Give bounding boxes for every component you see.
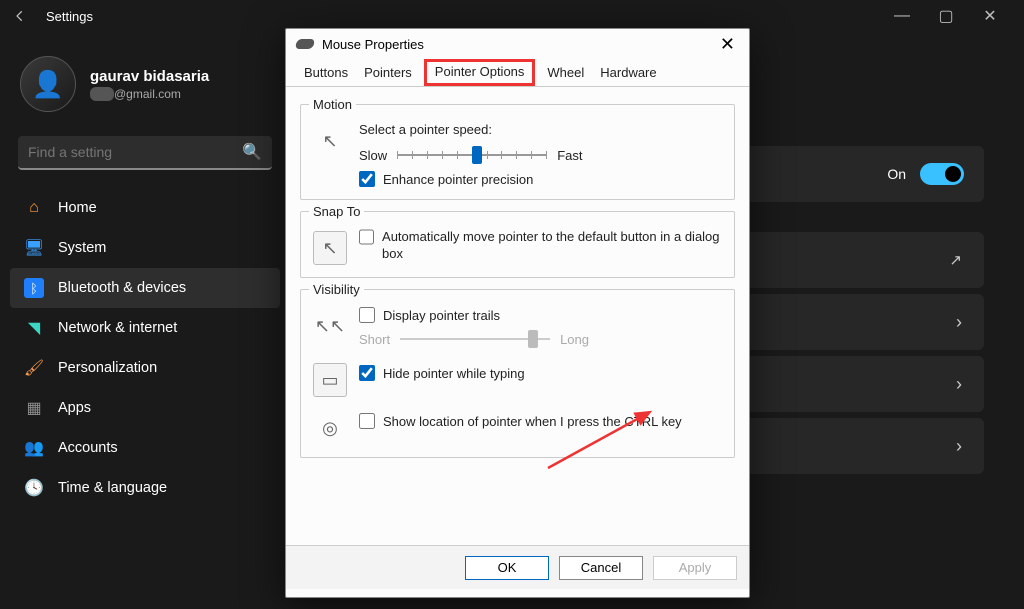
sidebar-item-apps[interactable]: ▦ Apps xyxy=(10,388,280,428)
sidebar: 👤 gaurav bidasaria xxxx@gmail.com 🔍 ⌂ Hom… xyxy=(0,32,290,609)
tab-buttons[interactable]: Buttons xyxy=(300,63,352,86)
sidebar-item-label: Bluetooth & devices xyxy=(58,280,186,296)
close-icon[interactable]: ✕ xyxy=(716,34,739,55)
toggle-switch[interactable] xyxy=(920,163,964,185)
snapto-legend: Snap To xyxy=(309,204,364,219)
pointer-speed-icon: ↖ xyxy=(313,124,347,158)
mouse-properties-dialog: Mouse Properties ✕ Buttons Pointers Poin… xyxy=(285,28,750,598)
cancel-button[interactable]: Cancel xyxy=(559,556,643,580)
ctrl-locate-checkbox[interactable]: Show location of pointer when I press th… xyxy=(359,413,682,429)
search-icon: 🔍 xyxy=(242,142,262,162)
snapto-checkbox[interactable]: Automatically move pointer to the defaul… xyxy=(359,229,722,263)
snapto-group: Snap To ↖ Automatically move pointer to … xyxy=(300,204,735,278)
chevron-right-icon: › xyxy=(956,436,962,457)
snapto-icon: ↖ xyxy=(313,231,347,265)
hide-typing-icon: ▭ xyxy=(313,363,347,397)
trails-slider xyxy=(400,329,550,349)
trails-icon: ↖↖ xyxy=(313,309,347,343)
close-window-button[interactable]: ✕ xyxy=(968,0,1012,32)
sidebar-item-label: Time & language xyxy=(58,480,167,496)
apps-icon: ▦ xyxy=(24,398,44,418)
dialog-button-row: OK Cancel Apply xyxy=(286,545,749,589)
open-external-icon: ↗ xyxy=(949,251,962,269)
visibility-group: Visibility ↖↖ Display pointer trails Sho… xyxy=(300,282,735,458)
sidebar-item-label: Apps xyxy=(58,400,91,416)
sidebar-item-time[interactable]: 🕓 Time & language xyxy=(10,468,280,508)
apply-button[interactable]: Apply xyxy=(653,556,737,580)
minimize-button[interactable]: — xyxy=(880,0,924,32)
pointer-trails-checkbox[interactable]: Display pointer trails xyxy=(359,307,722,323)
tab-pointer-options[interactable]: Pointer Options xyxy=(424,59,536,86)
clock-icon: 🕓 xyxy=(24,478,44,498)
slider-min-label: Short xyxy=(359,332,390,347)
visibility-legend: Visibility xyxy=(309,282,364,297)
ok-button[interactable]: OK xyxy=(465,556,549,580)
sidebar-item-personalization[interactable]: 🖌 Personalization xyxy=(10,348,280,388)
sidebar-item-bluetooth[interactable]: ᛒ Bluetooth & devices xyxy=(10,268,280,308)
chevron-right-icon: › xyxy=(956,312,962,333)
brush-icon: 🖌 xyxy=(24,358,44,378)
user-name: gaurav bidasaria xyxy=(90,68,209,85)
slider-max-label: Fast xyxy=(557,148,582,163)
bluetooth-icon: ᛒ xyxy=(24,278,44,298)
search-input[interactable] xyxy=(28,144,242,160)
sidebar-item-label: Personalization xyxy=(58,360,157,376)
dialog-title: Mouse Properties xyxy=(322,37,424,52)
dialog-tabs: Buttons Pointers Pointer Options Wheel H… xyxy=(286,59,749,87)
mouse-icon xyxy=(295,39,316,49)
sidebar-item-label: System xyxy=(58,240,106,256)
motion-group: Motion ↖ Select a pointer speed: Slow Fa… xyxy=(300,97,735,200)
pointer-speed-label: Select a pointer speed: xyxy=(359,122,722,137)
window-title: Settings xyxy=(46,9,93,24)
enhance-precision-checkbox[interactable]: Enhance pointer precision xyxy=(359,171,722,187)
dialog-titlebar[interactable]: Mouse Properties ✕ xyxy=(286,29,749,59)
slider-max-label: Long xyxy=(560,332,589,347)
tab-hardware[interactable]: Hardware xyxy=(596,63,660,86)
tab-pointers[interactable]: Pointers xyxy=(360,63,416,86)
home-icon: ⌂ xyxy=(24,199,44,217)
search-box[interactable]: 🔍 xyxy=(18,136,272,170)
sidebar-item-label: Accounts xyxy=(58,440,118,456)
sidebar-item-accounts[interactable]: 👥 Accounts xyxy=(10,428,280,468)
sidebar-item-label: Home xyxy=(58,200,97,216)
back-button[interactable] xyxy=(12,8,28,24)
sidebar-item-network[interactable]: ◥ Network & internet xyxy=(10,308,280,348)
maximize-button[interactable]: ▢ xyxy=(924,0,968,32)
sidebar-item-home[interactable]: ⌂ Home xyxy=(10,188,280,228)
tab-wheel[interactable]: Wheel xyxy=(543,63,588,86)
sidebar-item-label: Network & internet xyxy=(58,320,177,336)
profile[interactable]: 👤 gaurav bidasaria xxxx@gmail.com xyxy=(10,50,280,126)
ctrl-locate-icon: ◎ xyxy=(313,411,347,445)
system-icon: 🖥 xyxy=(24,238,44,258)
pointer-speed-slider[interactable] xyxy=(397,145,547,165)
hide-pointer-checkbox[interactable]: Hide pointer while typing xyxy=(359,365,525,381)
chevron-right-icon: › xyxy=(956,374,962,395)
slider-min-label: Slow xyxy=(359,148,387,163)
toggle-state: On xyxy=(887,166,906,182)
user-email: xxxx@gmail.com xyxy=(90,87,209,101)
avatar: 👤 xyxy=(20,56,76,112)
sidebar-item-system[interactable]: 🖥 System xyxy=(10,228,280,268)
motion-legend: Motion xyxy=(309,97,356,112)
wifi-icon: ◥ xyxy=(24,318,44,338)
accounts-icon: 👥 xyxy=(24,438,44,458)
